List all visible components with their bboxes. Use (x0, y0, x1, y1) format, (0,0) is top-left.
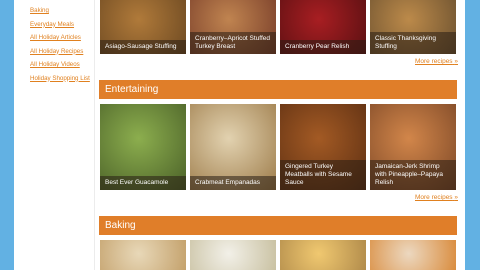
recipe-tile[interactable]: Best Ever Guacamole (100, 104, 186, 190)
recipe-tile[interactable]: Cranberry Pear Relish (280, 0, 366, 54)
recipe-tile[interactable]: Classic Thanksgiving Stuffing (370, 0, 456, 54)
recipe-tile[interactable]: Crabmeat Empanadas (190, 104, 276, 190)
recipe-caption: Asiago-Sausage Stuffing (100, 40, 186, 54)
recipe-caption: Classic Thanksgiving Stuffing (370, 32, 456, 54)
recipe-caption: Best Ever Guacamole (100, 176, 186, 190)
more-recipes-link[interactable]: More recipes » (394, 58, 458, 65)
sidebar-link-holiday-videos[interactable]: All Holiday Videos (30, 58, 102, 72)
recipe-caption: Jamaican-Jerk Shrimp with Pineapple–Papa… (370, 160, 456, 190)
recipe-photo (280, 240, 366, 270)
recipe-caption: Crabmeat Empanadas (190, 176, 276, 190)
double-chevron-right-icon: » (454, 194, 458, 201)
recipe-tile[interactable]: Gingered Turkey Meatballs with Sesame Sa… (280, 104, 366, 190)
recipe-tile[interactable] (100, 240, 186, 270)
double-chevron-right-icon: » (454, 58, 458, 65)
sidebar-link-shopping-list[interactable]: Holiday Shopping List (30, 72, 102, 86)
sidebar-nav: Baking Everyday Meals All Holiday Articl… (30, 4, 102, 85)
sidebar-link-everyday-meals[interactable]: Everyday Meals (30, 18, 102, 32)
section-header-baking: Baking (99, 216, 457, 235)
more-recipes-link[interactable]: More recipes » (394, 194, 458, 201)
recipe-photo (370, 240, 456, 270)
recipe-tile[interactable] (280, 240, 366, 270)
sidebar-link-baking[interactable]: Baking (30, 4, 102, 18)
recipe-tile[interactable]: Asiago-Sausage Stuffing (100, 0, 186, 54)
section-header-entertaining: Entertaining (99, 80, 457, 99)
recipe-tile[interactable]: Jamaican-Jerk Shrimp with Pineapple–Papa… (370, 104, 456, 190)
recipe-photo (190, 240, 276, 270)
sidebar-link-holiday-recipes[interactable]: All Holiday Recipes (30, 45, 102, 59)
recipe-caption: Cranberry–Apricot Stuffed Turkey Breast (190, 32, 276, 54)
sidebar-link-holiday-articles[interactable]: All Holiday Articles (30, 31, 102, 45)
sidebar-divider (94, 0, 95, 270)
recipe-tile[interactable]: Cranberry–Apricot Stuffed Turkey Breast (190, 0, 276, 54)
recipe-caption: Cranberry Pear Relish (280, 40, 366, 54)
recipe-caption: Gingered Turkey Meatballs with Sesame Sa… (280, 160, 366, 190)
recipe-tile[interactable] (190, 240, 276, 270)
recipe-tile[interactable] (370, 240, 456, 270)
recipe-photo (100, 240, 186, 270)
more-recipes-label: More recipes (414, 194, 453, 201)
more-recipes-label: More recipes (414, 58, 453, 65)
page: Baking Everyday Meals All Holiday Articl… (14, 0, 465, 270)
